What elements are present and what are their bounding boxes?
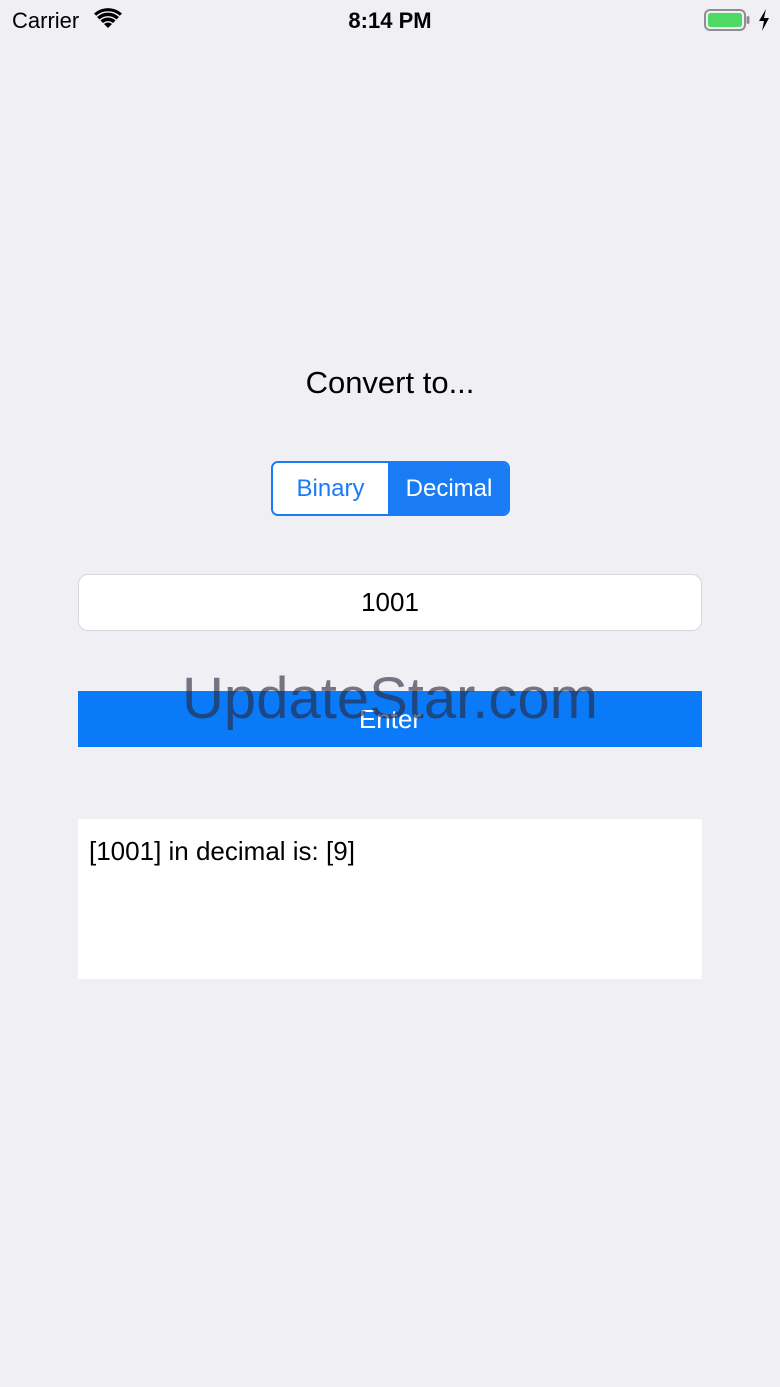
- status-time: 8:14 PM: [348, 8, 432, 33]
- segment-binary[interactable]: Binary: [273, 463, 390, 514]
- result-output: [1001] in decimal is: [9]: [78, 819, 702, 979]
- status-bar: Carrier 8:14 PM: [0, 0, 780, 40]
- number-input[interactable]: [78, 574, 702, 631]
- enter-button[interactable]: Enter: [78, 691, 702, 747]
- lightning-bolt-icon: [757, 8, 771, 32]
- conversion-mode-segmented-control[interactable]: Binary Decimal: [271, 461, 510, 516]
- convert-to-label: Convert to...: [305, 365, 475, 400]
- segment-decimal[interactable]: Decimal: [390, 463, 508, 514]
- battery-icon: [704, 9, 750, 31]
